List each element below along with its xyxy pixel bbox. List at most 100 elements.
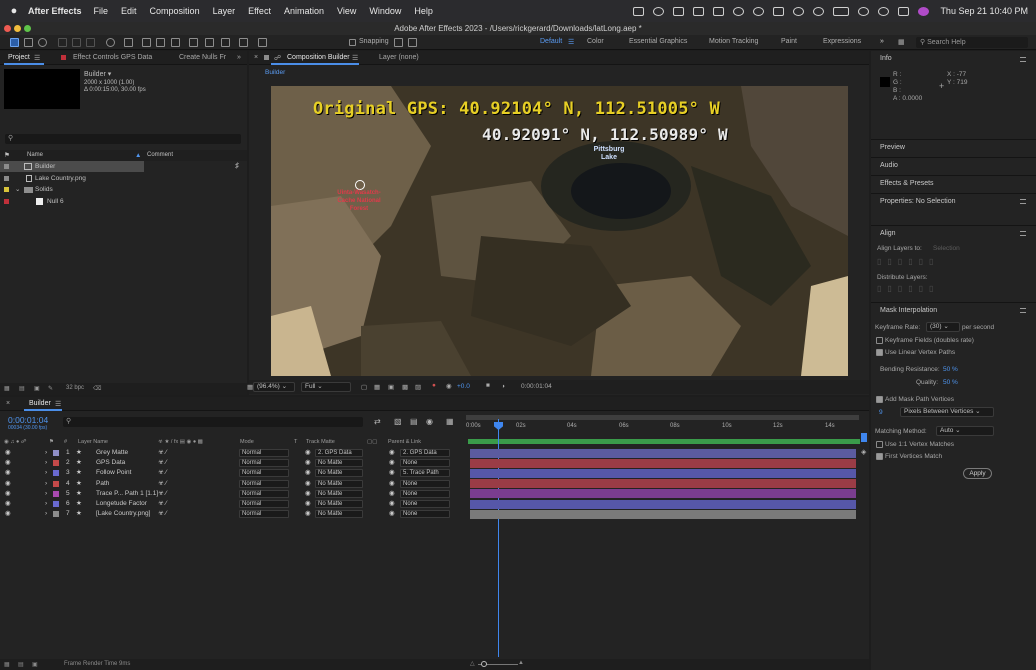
layer-label-color[interactable] bbox=[53, 501, 59, 507]
mode-dropdown[interactable]: Normal bbox=[239, 479, 289, 488]
minimize-window-button[interactable] bbox=[14, 25, 21, 32]
layer-name[interactable]: Trace P... Path 1 [1.1] bbox=[96, 489, 158, 499]
search-help-input[interactable]: ⚲ Search Help bbox=[916, 37, 1028, 48]
menu-clock[interactable]: Thu Sep 21 10:40 PM bbox=[940, 6, 1028, 16]
info-panel-header[interactable]: Info bbox=[871, 51, 1036, 67]
layer-row[interactable]: ◉ › 4 ★ Path ☣ ∕ Normal ◉ No Matte ◉ None bbox=[0, 479, 462, 489]
layer-label-color[interactable] bbox=[53, 470, 59, 477]
mode-dropdown[interactable]: Normal bbox=[239, 469, 289, 478]
sort-arrow-icon[interactable]: ▲ bbox=[135, 150, 141, 161]
zoom-in-icon[interactable]: ▲ bbox=[518, 660, 524, 666]
composition-flowchart-icon[interactable]: ⇄ bbox=[374, 417, 381, 426]
snapshot-icon[interactable]: ■ bbox=[486, 382, 490, 389]
layer-duration-bar[interactable] bbox=[470, 458, 856, 468]
graph-editor-icon[interactable]: ▦ bbox=[446, 417, 454, 426]
snapping-checkbox[interactable] bbox=[349, 39, 356, 46]
vertex-matches-checkbox[interactable] bbox=[876, 441, 883, 448]
selection-tool-icon[interactable] bbox=[10, 38, 19, 47]
timeline-search-input[interactable]: ⚲ bbox=[63, 417, 363, 427]
layer-duration-bar[interactable] bbox=[470, 479, 856, 489]
transparency-grid-icon[interactable]: ▦ bbox=[374, 383, 380, 391]
camera-icon[interactable] bbox=[673, 6, 685, 16]
layer-row[interactable]: ◉ › 7 ★ [Lake Country.png] ☣ ∕ Normal ◉ No Matte… bbox=[0, 509, 462, 519]
dolly-tool-icon[interactable] bbox=[86, 38, 95, 47]
layer-switches[interactable]: ☣ ∕ bbox=[158, 458, 167, 468]
parent-pickwhip-icon[interactable]: ◉ bbox=[389, 509, 395, 519]
effects-presets-panel-header[interactable]: Effects & Presets bbox=[871, 175, 1036, 191]
close-window-button[interactable] bbox=[4, 25, 11, 32]
twirl-icon[interactable]: › bbox=[45, 509, 47, 519]
pan-behind-tool-icon[interactable] bbox=[124, 38, 133, 47]
brush-tool-icon[interactable] bbox=[189, 38, 198, 47]
wifi-icon[interactable] bbox=[858, 6, 870, 16]
add-mask-vertices-checkbox[interactable] bbox=[876, 396, 883, 403]
panel-layout-icon[interactable]: ▦ bbox=[898, 38, 905, 46]
layer-name[interactable]: Path bbox=[96, 479, 109, 489]
mode-dropdown[interactable]: Normal bbox=[239, 510, 289, 519]
twirl-down-icon[interactable]: ⌄ bbox=[15, 184, 20, 195]
new-folder-icon[interactable]: ▤ bbox=[19, 385, 25, 392]
label-column-icon[interactable]: ⚑ bbox=[4, 150, 10, 161]
parent-dropdown[interactable]: None bbox=[400, 489, 450, 498]
work-area-start[interactable] bbox=[466, 415, 859, 420]
layer-name-header[interactable]: Layer Name bbox=[78, 439, 108, 445]
layer-name[interactable]: Grey Matte bbox=[96, 448, 128, 458]
layer-duration-bar[interactable] bbox=[470, 509, 856, 519]
project-item[interactable]: Lake Country.png bbox=[0, 173, 247, 184]
workspace-paint[interactable]: Paint bbox=[781, 38, 797, 45]
track-matte-dropdown[interactable]: No Matte bbox=[315, 500, 363, 508]
align-buttons[interactable]: ▯▯▯▯▯▯ bbox=[877, 257, 939, 266]
matte-link-icon[interactable]: ◉ bbox=[305, 448, 311, 458]
record-icon[interactable] bbox=[653, 6, 665, 16]
track-matte-header[interactable]: Track Matte bbox=[306, 439, 335, 445]
layer-label-color[interactable] bbox=[53, 460, 59, 467]
mode-dropdown[interactable]: Normal bbox=[239, 500, 289, 508]
moon-icon[interactable] bbox=[793, 6, 805, 16]
apply-button[interactable]: Apply bbox=[963, 468, 992, 479]
eye-icon[interactable]: ◉ bbox=[5, 448, 11, 458]
menu-view[interactable]: View bbox=[337, 6, 356, 16]
region-of-interest-icon[interactable]: ▢ bbox=[361, 383, 367, 391]
align-panel-header[interactable]: Align bbox=[871, 225, 1036, 241]
parent-dropdown[interactable]: None bbox=[400, 500, 450, 508]
layer-duration-bar[interactable] bbox=[470, 468, 856, 478]
timeline-current-time[interactable]: 0:00:01:04 bbox=[8, 415, 48, 425]
align-menu-icon[interactable] bbox=[1020, 231, 1026, 236]
eye-icon[interactable]: ◉ bbox=[5, 499, 11, 509]
zoom-dropdown[interactable]: (96.4%) ⌄ bbox=[253, 382, 295, 392]
timeline-menu-icon[interactable]: ☰ bbox=[55, 400, 61, 408]
twirl-icon[interactable]: › bbox=[45, 448, 47, 458]
rotate-tool-icon[interactable] bbox=[106, 38, 115, 47]
matte-link-icon[interactable]: ◉ bbox=[305, 479, 311, 489]
layer-switches-toggle-icon[interactable]: ▦ bbox=[4, 661, 10, 668]
app-menu[interactable]: After Effects bbox=[28, 6, 82, 16]
quality-value[interactable]: 50 % bbox=[943, 379, 958, 386]
flowchart-icon[interactable]: ♯ bbox=[235, 161, 239, 170]
mode-dropdown[interactable]: Normal bbox=[239, 489, 289, 498]
audio-panel-header[interactable]: Audio bbox=[871, 157, 1036, 173]
close-tab-icon[interactable]: × bbox=[254, 54, 258, 61]
trash-icon[interactable]: ⌫ bbox=[93, 385, 101, 392]
layer-label-color[interactable] bbox=[53, 480, 59, 487]
frame-blending-icon[interactable]: ◉ bbox=[426, 417, 433, 426]
track-matte-dropdown[interactable]: No Matte bbox=[315, 459, 363, 468]
preview-panel-header[interactable]: Preview bbox=[871, 139, 1036, 155]
menu-window[interactable]: Window bbox=[369, 6, 401, 16]
parent-pickwhip-icon[interactable]: ◉ bbox=[389, 499, 395, 509]
layer-switches[interactable]: ☣ ∕ bbox=[158, 489, 167, 499]
tab-create-nulls[interactable]: Create Nulls Fr bbox=[179, 54, 226, 61]
comp-breadcrumb[interactable]: Builder bbox=[265, 69, 285, 76]
mode-header[interactable]: Mode bbox=[240, 439, 254, 445]
vertices-value[interactable]: 9 bbox=[879, 409, 883, 416]
new-comp-icon[interactable]: ▣ bbox=[34, 385, 40, 392]
workspace-overflow-icon[interactable]: » bbox=[880, 38, 884, 45]
first-vertices-checkbox[interactable] bbox=[876, 453, 883, 460]
parent-dropdown[interactable]: 2. GPS Data bbox=[400, 449, 450, 457]
channels-icon[interactable]: ▩ bbox=[402, 383, 408, 391]
workspace-color[interactable]: Color bbox=[587, 38, 604, 45]
comp-button-icon[interactable]: ◈ bbox=[861, 448, 866, 456]
menu-file[interactable]: File bbox=[94, 6, 109, 16]
puppet-tool-icon[interactable] bbox=[258, 38, 267, 47]
layer-row[interactable]: ◉ › 3 ★ Follow Point ☣ ∕ Normal ◉ No Matte ◉ 5. Tr… bbox=[0, 468, 462, 478]
type-tool-icon[interactable] bbox=[171, 38, 180, 47]
